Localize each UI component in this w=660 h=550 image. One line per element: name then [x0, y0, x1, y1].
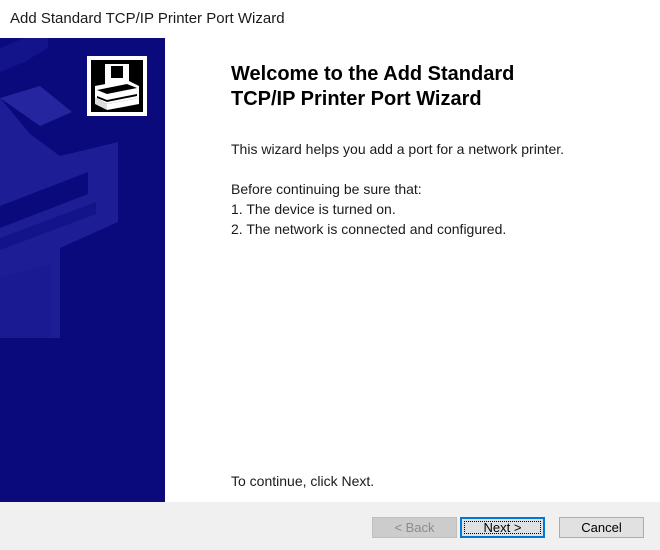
- page-title-line-2: TCP/IP Printer Port Wizard: [231, 88, 482, 110]
- page-title-line-1: Welcome to the Add Standard: [231, 63, 515, 85]
- printer-wizard-icon: [87, 56, 147, 116]
- back-button-label: < Back: [394, 520, 435, 535]
- page-title: Welcome to the Add Standard TCP/IP Print…: [231, 62, 651, 112]
- before-text: Before continuing be sure that:: [231, 181, 422, 197]
- window-title: Add Standard TCP/IP Printer Port Wizard: [10, 10, 285, 27]
- checklist-item: 2. The network is connected and configur…: [231, 221, 507, 237]
- continue-text: To continue, click Next.: [231, 473, 375, 489]
- wizard-window: Add Standard TCP/IP Printer Port Wizard: [0, 0, 660, 550]
- cancel-button[interactable]: Cancel: [559, 517, 644, 538]
- next-button-label: Next >: [483, 520, 522, 535]
- checklist-item: 1. The device is turned on.: [231, 201, 396, 217]
- wizard-content: Welcome to the Add Standard TCP/IP Print…: [165, 38, 660, 502]
- cancel-button-label: Cancel: [581, 520, 622, 535]
- intro-text: This wizard helps you add a port for a n…: [231, 141, 565, 157]
- back-button[interactable]: < Back: [372, 517, 457, 538]
- next-button[interactable]: Next >: [460, 517, 545, 538]
- button-bar: < Back Next > Cancel: [0, 502, 660, 550]
- title-bar[interactable]: Add Standard TCP/IP Printer Port Wizard: [0, 0, 660, 38]
